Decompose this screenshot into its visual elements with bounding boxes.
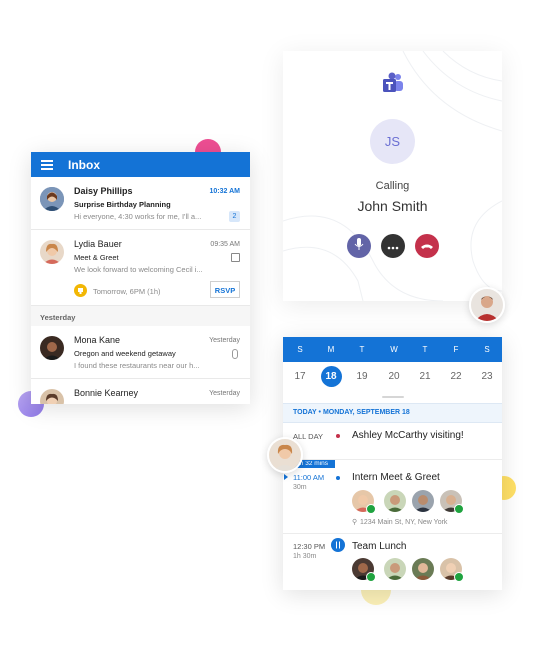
weekday-label: T <box>422 345 428 354</box>
event-all-day[interactable]: ALL DAY Ashley McCarthy visiting! <box>283 423 502 459</box>
event-time: 12:30 PM <box>293 542 326 551</box>
accepted-check-icon <box>454 572 464 582</box>
weekday-label: S <box>484 345 490 354</box>
section-header-yesterday: Yesterday <box>31 306 250 326</box>
date-17[interactable]: 17 <box>290 371 310 382</box>
message-time: 09:35 AM <box>210 241 240 248</box>
more-icon <box>387 237 399 255</box>
date-19[interactable]: 19 <box>352 371 372 382</box>
date-21[interactable]: 21 <box>415 371 435 382</box>
event-color-dot <box>336 434 340 438</box>
message-preview: We look forward to welcoming Cecil i... <box>74 265 203 274</box>
participant-avatar <box>469 287 505 323</box>
sender-name: Lydia Bauer <box>74 239 122 249</box>
message-preview: I found these restaurants near our h... <box>74 361 200 370</box>
message-subject: Surprise Birthday Planning <box>74 200 171 209</box>
date-22[interactable]: 22 <box>446 371 466 382</box>
message-subject: Meet & Greet <box>74 253 119 262</box>
avatar <box>40 336 64 360</box>
weekday-label: F <box>453 345 459 354</box>
caller-name: John Smith <box>357 198 428 214</box>
agenda-day-header: TODAY • MONDAY, SEPTEMBER 18 <box>283 403 502 423</box>
message-preview: Hi everyone, 4:30 works for me, I'll a..… <box>74 212 202 221</box>
date-23[interactable]: 23 <box>477 371 497 382</box>
message-time: Yesterday <box>209 390 240 397</box>
call-status: Calling <box>375 180 410 192</box>
inbox-title: Inbox <box>68 157 100 172</box>
message-item[interactable]: Daisy Phillips 10:32 AM Surprise Birthda… <box>31 177 250 230</box>
weekday-label: M <box>327 345 335 354</box>
date-20[interactable]: 20 <box>384 371 404 382</box>
weekday-label: T <box>359 345 365 354</box>
event-title: Ashley McCarthy visiting! <box>352 430 464 441</box>
event-duration: 30m <box>293 484 307 491</box>
event-time: 11:00 AM <box>293 473 325 482</box>
message-time: 10:32 AM <box>209 188 240 195</box>
inbox-card: Inbox Daisy Phillips 10:32 AM Surprise B… <box>31 152 250 404</box>
weekday-header: S M T W T F S <box>283 337 502 362</box>
now-marker-icon <box>284 474 288 480</box>
event-title: Team Lunch <box>352 541 407 552</box>
sender-name: Daisy Phillips <box>74 186 133 196</box>
caller-avatar: JS <box>370 119 415 164</box>
rsvp-button[interactable]: RSVP <box>210 281 240 298</box>
agenda-day-title: TODAY • MONDAY, SEPTEMBER 18 <box>293 409 410 416</box>
sender-name: Bonnie Kearney <box>74 388 139 398</box>
attachment-icon <box>232 349 238 359</box>
event-location: 1234 Main St, NY, New York <box>360 519 448 526</box>
teams-logo-icon <box>381 72 405 96</box>
participant-avatar <box>267 437 303 473</box>
accepted-check-icon <box>366 504 376 514</box>
date-18-selected[interactable]: 18 <box>321 371 341 382</box>
calendar-card: S M T W T F S 17 18 19 20 21 22 23 TODAY… <box>283 337 502 590</box>
sender-name: Mona Kane <box>74 335 121 345</box>
call-card: JS Calling John Smith <box>283 51 502 301</box>
restaurant-icon <box>331 538 345 552</box>
unread-count-badge: 2 <box>229 211 240 222</box>
hamburger-menu-icon[interactable] <box>41 160 53 170</box>
avatar <box>40 389 64 404</box>
event-team-lunch[interactable]: 12:30 PM 1h 30m Team Lunch <box>283 534 502 590</box>
attendee-avatar <box>384 558 406 580</box>
event-intern-meet[interactable]: In 32 mins 11:00 AM 30m Intern Meet & Gr… <box>283 460 502 533</box>
more-options-button[interactable] <box>381 234 405 258</box>
attendee-avatar <box>384 490 406 512</box>
microphone-icon <box>354 237 364 255</box>
weekday-label: S <box>297 345 303 354</box>
inbox-header: Inbox <box>31 152 250 177</box>
attendee-avatar <box>412 558 434 580</box>
mute-button[interactable] <box>347 234 371 258</box>
drag-handle[interactable] <box>382 396 404 398</box>
attendee-avatar <box>412 490 434 512</box>
event-color-dot <box>336 476 340 480</box>
message-item[interactable]: Mona Kane Yesterday Oregon and weekend g… <box>31 326 250 379</box>
message-item[interactable]: Bonnie Kearney Yesterday <box>31 379 250 404</box>
message-subject: Oregon and weekend getaway <box>74 349 176 358</box>
event-icon <box>74 284 87 297</box>
event-duration: 1h 30m <box>293 553 317 560</box>
accepted-check-icon <box>454 504 464 514</box>
event-title: Intern Meet & Greet <box>352 472 440 483</box>
location-pin-icon: ⚲ <box>352 519 358 526</box>
hang-up-button[interactable] <box>415 234 439 258</box>
accepted-check-icon <box>366 572 376 582</box>
phone-hangup-icon <box>421 237 433 255</box>
message-time: Yesterday <box>209 337 240 344</box>
avatar <box>40 187 64 211</box>
calendar-icon <box>231 253 240 262</box>
message-item[interactable]: Lydia Bauer 09:35 AM Meet & Greet We loo… <box>31 230 250 306</box>
weekday-label: W <box>390 345 398 354</box>
event-time-text: Tomorrow, 6PM (1h) <box>93 287 161 296</box>
event-time: ALL DAY <box>293 432 324 441</box>
avatar <box>40 240 64 264</box>
